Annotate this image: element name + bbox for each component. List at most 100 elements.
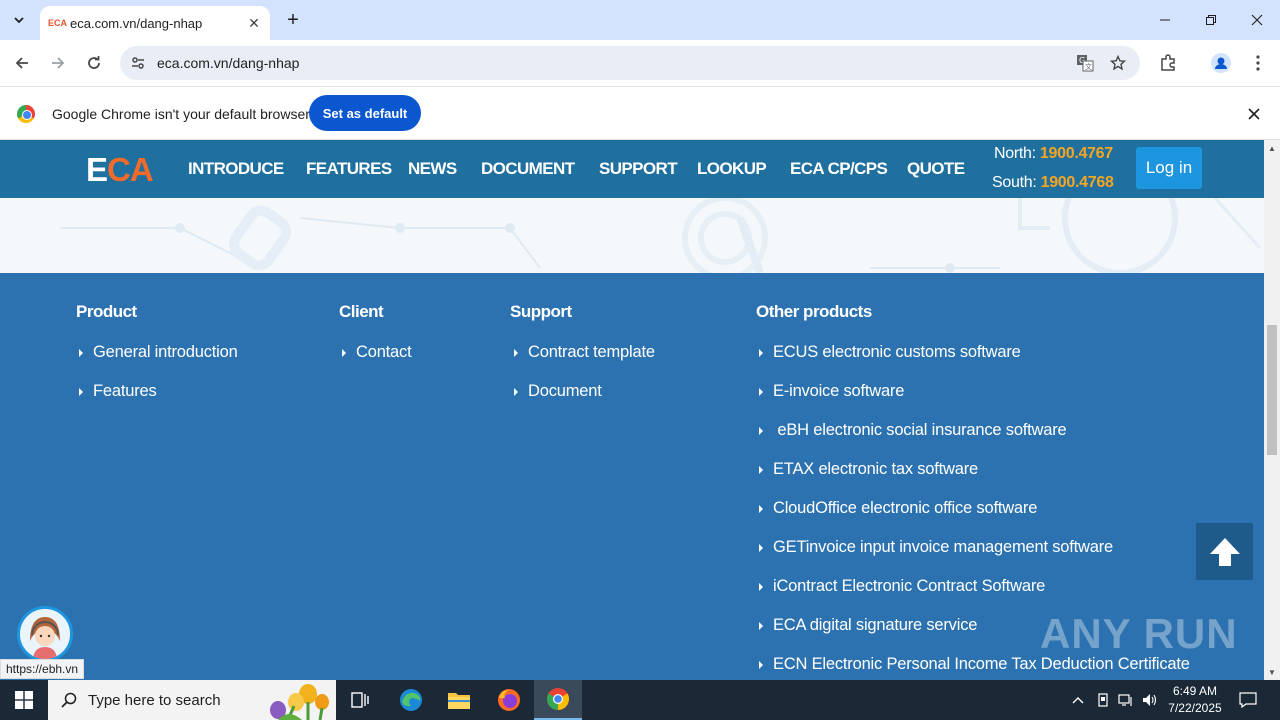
footer-client-title: Client	[339, 302, 384, 321]
footer-link-features[interactable]: Features	[79, 382, 157, 401]
footer-link-ecus[interactable]: ECUS electronic customs software	[759, 343, 1021, 362]
notifications-icon[interactable]	[1236, 680, 1260, 720]
network-icon[interactable]	[1116, 680, 1136, 720]
footer-link-getinvoice[interactable]: GETinvoice input invoice management soft…	[759, 538, 1113, 557]
eca-logo[interactable]: ECA	[86, 151, 154, 189]
bullet-arrow-icon	[759, 621, 763, 630]
bullet-arrow-icon	[79, 348, 83, 357]
clock-time: 6:49 AM	[1172, 684, 1218, 698]
tab-close-icon[interactable]: ✕	[246, 15, 262, 31]
bullet-arrow-icon	[514, 387, 518, 396]
footer-link-contract-template[interactable]: Contract template	[514, 343, 655, 362]
file-explorer-icon[interactable]	[435, 680, 483, 720]
close-window-icon[interactable]	[1242, 8, 1272, 32]
site-info-icon[interactable]	[128, 53, 148, 73]
page-viewport: ECA INTRODUCE FEATURES NEWS DOCUMENT SUP…	[0, 140, 1264, 680]
task-view-icon[interactable]	[336, 680, 384, 720]
windows-start-icon[interactable]	[0, 680, 48, 720]
scroll-to-top-button[interactable]	[1196, 523, 1253, 580]
nav-quote[interactable]: QUOTE	[907, 159, 965, 179]
address-bar[interactable]: eca.com.vn/dang-nhap G文	[120, 46, 1140, 80]
infobar-close-icon[interactable]	[1244, 104, 1264, 124]
scroll-down-arrow-icon[interactable]: ▼	[1267, 667, 1277, 677]
chrome-menu-icon[interactable]	[1247, 52, 1269, 74]
hotline-south: South: 1900.4768	[992, 174, 1114, 192]
bullet-arrow-icon	[759, 465, 763, 474]
tab-search-chevron-icon[interactable]	[6, 7, 32, 33]
link-text: ECUS electronic customs software	[773, 343, 1021, 361]
tray-device-icon[interactable]	[1094, 680, 1112, 720]
nav-lookup[interactable]: LOOKUP	[697, 159, 767, 179]
banner-background	[0, 198, 1264, 273]
taskbar-search-box[interactable]: Type here to search	[48, 680, 336, 720]
windows-taskbar: Type here to search 6:49 AM 7/22/2025	[0, 680, 1280, 720]
restore-icon[interactable]	[1196, 8, 1226, 32]
link-text: eBH electronic social insurance software	[773, 421, 1067, 439]
footer-link-contact[interactable]: Contact	[342, 343, 412, 362]
bookmark-star-icon[interactable]	[1108, 53, 1128, 73]
bullet-arrow-icon	[342, 348, 346, 357]
browser-toolbar: eca.com.vn/dang-nhap G文	[0, 40, 1280, 86]
bullet-arrow-icon	[759, 426, 763, 435]
firefox-icon[interactable]	[485, 680, 533, 720]
south-label: South:	[992, 174, 1041, 191]
new-tab-button[interactable]: +	[282, 9, 304, 31]
nav-news[interactable]: NEWS	[408, 159, 457, 179]
nav-document[interactable]: DOCUMENT	[481, 159, 575, 179]
footer-link-e-invoice[interactable]: E-invoice software	[759, 382, 904, 401]
default-browser-infobar: Google Chrome isn't your default browser…	[0, 86, 1280, 140]
bullet-arrow-icon	[514, 348, 518, 357]
edge-browser-icon[interactable]	[387, 680, 435, 720]
translate-icon[interactable]: G文	[1075, 53, 1095, 73]
svg-text:文: 文	[1085, 62, 1092, 71]
set-as-default-button[interactable]: Set as default	[309, 95, 421, 131]
link-text: GETinvoice input invoice management soft…	[773, 538, 1114, 556]
nav-features[interactable]: FEATURES	[306, 159, 392, 179]
footer-link-cloudoffice[interactable]: CloudOffice electronic office software	[759, 499, 1037, 518]
reload-icon[interactable]	[82, 51, 106, 75]
footer-link-document[interactable]: Document	[514, 382, 602, 401]
bullet-arrow-icon	[759, 387, 763, 396]
infobar-message: Google Chrome isn't your default browser	[52, 106, 310, 122]
footer-link-general-introduction[interactable]: General introduction	[79, 343, 238, 362]
footer-link-etax[interactable]: ETAX electronic tax software	[759, 460, 978, 479]
link-text: Contract template	[528, 343, 655, 361]
link-text: CloudOffice electronic office software	[773, 499, 1038, 517]
volume-icon[interactable]	[1140, 680, 1160, 720]
nav-eca-cp-cps[interactable]: ECA CP/CPS	[790, 159, 888, 179]
link-text: General introduction	[93, 343, 238, 361]
login-button[interactable]: Log in	[1136, 147, 1202, 189]
scroll-up-arrow-icon[interactable]: ▲	[1267, 143, 1277, 153]
footer-link-eca-digital-signature[interactable]: ECA digital signature service	[759, 616, 977, 635]
tray-chevron-up-icon[interactable]	[1068, 680, 1088, 720]
bullet-arrow-icon	[759, 348, 763, 357]
north-number[interactable]: 1900.4767	[1040, 145, 1113, 162]
link-text: Document	[528, 382, 602, 400]
site-header: ECA INTRODUCE FEATURES NEWS DOCUMENT SUP…	[0, 140, 1264, 198]
link-text: E-invoice software	[773, 382, 905, 400]
chrome-taskbar-icon[interactable]	[534, 680, 582, 720]
minimize-icon[interactable]	[1150, 8, 1180, 32]
browser-tab[interactable]: ECA eca.com.vn/dang-nhap ✕	[40, 6, 270, 40]
forward-arrow-icon[interactable]	[46, 51, 70, 75]
link-text: Features	[93, 382, 157, 400]
page-scrollbar[interactable]: ▲ ▼	[1264, 140, 1280, 680]
support-chat-avatar[interactable]	[17, 606, 73, 662]
extensions-puzzle-icon[interactable]	[1157, 52, 1179, 74]
link-text: ECA digital signature service	[773, 616, 978, 634]
taskbar-clock[interactable]: 6:49 AM 7/22/2025	[1160, 683, 1230, 717]
back-arrow-icon[interactable]	[10, 51, 34, 75]
eca-favicon-icon: ECA	[48, 18, 68, 28]
link-text: iContract Electronic Contract Software	[773, 577, 1046, 595]
url-text[interactable]: eca.com.vn/dang-nhap	[157, 55, 299, 71]
footer-other-products-title: Other products	[756, 302, 872, 321]
footer-link-ebh[interactable]: eBH electronic social insurance software	[759, 421, 1067, 440]
north-label: North:	[994, 145, 1040, 162]
search-placeholder: Type here to search	[88, 691, 221, 709]
footer-link-icontract[interactable]: iContract Electronic Contract Software	[759, 577, 1045, 596]
nav-support[interactable]: SUPPORT	[599, 159, 678, 179]
profile-avatar-icon[interactable]	[1210, 52, 1232, 74]
nav-introduce[interactable]: INTRODUCE	[188, 159, 284, 179]
south-number[interactable]: 1900.4768	[1041, 174, 1114, 191]
scrollbar-thumb[interactable]	[1267, 325, 1277, 455]
